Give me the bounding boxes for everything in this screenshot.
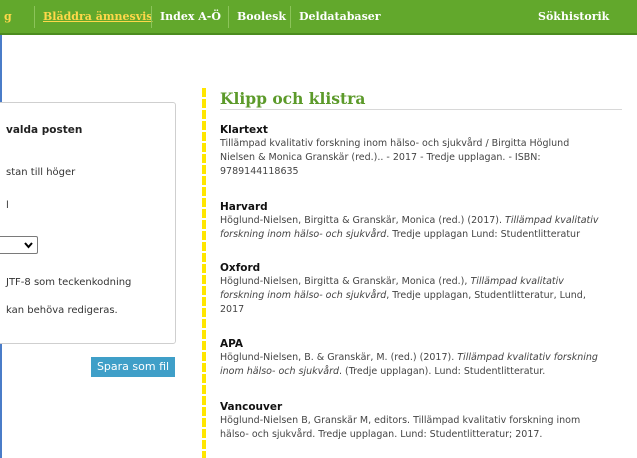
nav-item-search-history[interactable]: Sökhistorik xyxy=(538,0,609,33)
citation-line: Nielsen & Monica Granskär (red.).. - 201… xyxy=(220,152,541,163)
citation-title-italic: forskning inom hälso- och sjukvård xyxy=(220,290,387,301)
citation-text[interactable]: Tillämpad kvalitativ forskning inom häls… xyxy=(220,137,630,179)
citation-text[interactable]: Höglund-Nielsen, B. & Granskär, M. (red.… xyxy=(220,351,630,379)
citation-style-title: Klartext xyxy=(220,124,268,136)
citation-block: APA Höglund-Nielsen, B. & Granskär, M. (… xyxy=(220,338,630,379)
heading-divider xyxy=(220,109,622,110)
citation-text[interactable]: Höglund-Nielsen, Birgitta & Granskär, Mo… xyxy=(220,214,630,242)
highlight-marker-line xyxy=(202,88,206,458)
citation-line: . Tredje upplagan Lund: Studentlitteratu… xyxy=(386,229,580,240)
citation-style-title: Harvard xyxy=(220,201,268,213)
citation-line: 9789144118635 xyxy=(220,166,299,177)
nav-item-browse-subjects[interactable]: Bläddra ämnesvis xyxy=(43,0,152,33)
nav-separator xyxy=(228,6,229,28)
chevron-down-icon xyxy=(24,242,33,249)
export-panel-heading: valda posten xyxy=(6,124,83,136)
citation-title-italic: Tillämpad kvalitativ forskning xyxy=(457,352,598,363)
top-navigation-bar: g Bläddra ämnesvis Index A-Ö Boolesk Del… xyxy=(0,0,637,35)
citation-line: Höglund-Nielsen B, Granskär M, editors. … xyxy=(220,415,581,426)
export-option-text: l xyxy=(6,200,9,211)
citation-line: , Tredje upplagan, Studentlitteratur, Lu… xyxy=(386,290,586,301)
citation-title-italic: Tillämpad kvalitativ xyxy=(470,276,564,287)
citation-line: hälso- och sjukvård. Tredje upplagan. Lu… xyxy=(220,429,543,440)
citation-line: 2017 xyxy=(220,304,245,315)
encoding-note: JTF-8 som teckenkodning xyxy=(6,277,132,288)
citation-title-italic: Tillämpad kvalitativ xyxy=(505,215,599,226)
citation-line: Höglund-Nielsen, Birgitta & Granskär, Mo… xyxy=(220,276,471,287)
nav-item-subdatabases[interactable]: Deldatabaser xyxy=(299,0,381,33)
nav-separator xyxy=(151,6,152,28)
citation-line: . (Tredje upplagan). Lund: Studentlitter… xyxy=(339,366,546,377)
format-select[interactable] xyxy=(0,236,38,254)
citation-line: Höglund-Nielsen, Birgitta & Granskär, Mo… xyxy=(220,215,506,226)
citation-title-italic: forskning inom hälso- och sjukvård xyxy=(220,229,387,240)
citation-block: Oxford Höglund-Nielsen, Birgitta & Grans… xyxy=(220,262,630,317)
citation-block: Klartext Tillämpad kvalitativ forskning … xyxy=(220,124,630,179)
export-option-text: stan till höger xyxy=(6,167,76,178)
citation-text[interactable]: Höglund-Nielsen B, Granskär M, editors. … xyxy=(220,414,630,442)
edit-note: kan behöva redigeras. xyxy=(6,305,118,316)
citation-style-title: Vancouver xyxy=(220,401,283,413)
nav-item-partial[interactable]: g xyxy=(4,0,12,33)
citation-block: Vancouver Höglund-Nielsen B, Granskär M,… xyxy=(220,401,630,442)
citation-style-title: Oxford xyxy=(220,262,261,274)
page-title: Klipp och klistra xyxy=(220,89,366,108)
citation-line: Höglund-Nielsen, B. & Granskär, M. (red.… xyxy=(220,352,458,363)
nav-item-boolean[interactable]: Boolesk xyxy=(237,0,286,33)
nav-separator xyxy=(34,6,35,28)
citation-block: Harvard Höglund-Nielsen, Birgitta & Gran… xyxy=(220,201,630,242)
citation-style-title: APA xyxy=(220,338,243,350)
citation-text[interactable]: Höglund-Nielsen, Birgitta & Granskär, Mo… xyxy=(220,275,630,317)
citation-title-italic: inom hälso- och sjukvård xyxy=(220,366,340,377)
nav-item-index[interactable]: Index A-Ö xyxy=(160,0,221,33)
citation-line: Tillämpad kvalitativ forskning inom häls… xyxy=(220,138,570,149)
save-as-file-button[interactable]: Spara som fil xyxy=(91,357,175,377)
nav-separator xyxy=(290,6,291,28)
